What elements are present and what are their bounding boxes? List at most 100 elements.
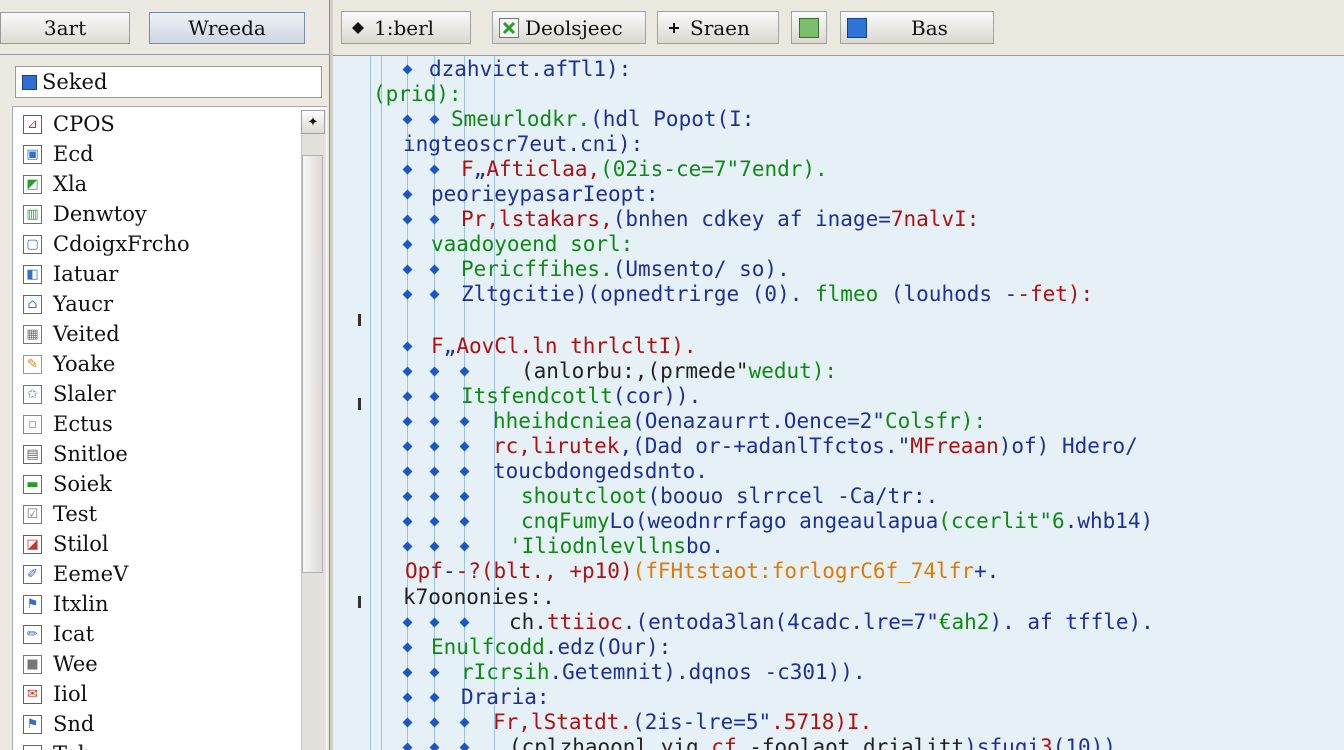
fold-marker-icon[interactable]: [402, 114, 413, 125]
fold-marker-icon[interactable]: [429, 717, 440, 728]
list-item[interactable]: ✉ Iiol: [23, 680, 87, 708]
fold-marker-icon[interactable]: [429, 366, 440, 377]
fold-marker-icon[interactable]: [429, 416, 440, 427]
fold-marker-icon[interactable]: [402, 441, 413, 452]
fold-marker-icon[interactable]: [459, 416, 470, 427]
fold-marker-icon[interactable]: [402, 366, 413, 377]
list-item[interactable]: ▥ Denwtoy: [23, 200, 147, 228]
list-item[interactable]: ▦ Veited: [23, 320, 120, 348]
fold-marker-icon[interactable]: [429, 114, 440, 125]
list-item[interactable]: ⊿ CPOS: [23, 110, 115, 138]
toolbar-button-bas[interactable]: Bas: [840, 11, 994, 44]
fold-marker-icon[interactable]: [429, 742, 440, 750]
fold-marker-icon[interactable]: [402, 164, 413, 175]
fold-marker-icon[interactable]: [459, 717, 470, 728]
fold-marker-icon[interactable]: [402, 516, 413, 527]
blue-flag-icon: ⚑: [23, 594, 42, 614]
fold-marker-icon[interactable]: [402, 466, 413, 477]
toolbar-button-image[interactable]: [791, 11, 827, 44]
fold-marker-icon[interactable]: [402, 742, 413, 750]
fold-marker-icon[interactable]: [459, 617, 470, 628]
fold-marker-icon[interactable]: [402, 214, 413, 225]
fold-marker-icon[interactable]: [402, 189, 413, 200]
list-item[interactable]: ✐ EemeV: [23, 560, 128, 588]
fold-marker-icon[interactable]: [429, 491, 440, 502]
fold-marker-icon[interactable]: [402, 642, 413, 653]
list-item-label: Veited: [53, 322, 120, 346]
fold-marker-icon[interactable]: [429, 516, 440, 527]
fold-marker-icon[interactable]: [402, 64, 413, 75]
list-item[interactable]: ⚑ Itxlin: [23, 590, 109, 618]
code-token: Fr,lStatdt.: [493, 710, 633, 734]
list-item[interactable]: ▣ Ecd: [23, 140, 94, 168]
fold-marker-icon[interactable]: [402, 717, 413, 728]
fold-marker-icon[interactable]: [429, 692, 440, 703]
fold-marker-icon[interactable]: [429, 541, 440, 552]
list-item[interactable]: ☑ Test: [23, 500, 97, 528]
fold-marker-icon[interactable]: [429, 466, 440, 477]
code-token: toucbdonged: [493, 459, 633, 483]
fold-marker-icon[interactable]: [429, 441, 440, 452]
fold-marker-icon[interactable]: [402, 541, 413, 552]
fold-marker-icon[interactable]: [429, 214, 440, 225]
fold-marker-icon[interactable]: [402, 692, 413, 703]
list-item[interactable]: ◧ Iatuar: [23, 260, 118, 288]
toolbar-button-sraen[interactable]: Sraen: [657, 11, 779, 44]
gutter-marker: [358, 314, 361, 326]
list-item-label: CdoigxFrcho: [53, 232, 190, 256]
list-item[interactable]: ◩ Xla: [23, 170, 87, 198]
toolbar-label: Bas: [911, 15, 948, 40]
fold-marker-icon[interactable]: [459, 366, 470, 377]
list-item[interactable]: ▤ Snitloe: [23, 440, 128, 468]
fold-marker-icon[interactable]: [402, 341, 413, 352]
fold-marker-icon[interactable]: [429, 391, 440, 402]
list-item[interactable]: ▬ Soiek: [23, 470, 112, 498]
toolbar-button-deolsjeec[interactable]: Deolsjeec: [492, 11, 646, 44]
code-token: wedut):: [748, 359, 838, 383]
fold-marker-icon[interactable]: [429, 164, 440, 175]
fold-marker-icon[interactable]: [459, 541, 470, 552]
fold-marker-icon[interactable]: [402, 491, 413, 502]
fold-marker-icon[interactable]: [402, 667, 413, 678]
window-button[interactable]: Wreeda: [149, 12, 305, 44]
list-item[interactable]: ⚑ Snd: [23, 710, 94, 738]
fold-marker-icon[interactable]: [459, 491, 470, 502]
toolbar-button-berl[interactable]: 1:berl: [341, 11, 471, 44]
list-item[interactable]: ✏ Icat: [23, 620, 94, 648]
fold-marker-icon[interactable]: [459, 441, 470, 452]
list-item-label: Iiol: [53, 682, 88, 706]
list-item[interactable]: ✩ Slaler: [23, 380, 116, 408]
fold-marker-icon[interactable]: [402, 391, 413, 402]
fold-marker-icon[interactable]: [459, 742, 470, 750]
fold-marker-icon[interactable]: [402, 617, 413, 628]
code-token: dzahvict.afTl1):: [429, 57, 632, 81]
fold-marker-icon[interactable]: [402, 264, 413, 275]
blue-square-icon: [847, 17, 867, 38]
list-item[interactable]: ✎ Yoake: [23, 350, 115, 378]
list-item[interactable]: ◪ Stilol: [23, 530, 109, 558]
list-item[interactable]: ⌂ Yaucr: [23, 290, 113, 318]
fold-marker-icon[interactable]: [402, 239, 413, 250]
code-line: peorieypasarIeopt:: [431, 181, 659, 207]
fold-marker-icon[interactable]: [459, 516, 470, 527]
scrollbar-thumb[interactable]: [302, 155, 323, 573]
list-item-label: EemeV: [53, 562, 129, 586]
code-token: -foolaot drialitt: [749, 735, 965, 750]
fold-marker-icon[interactable]: [429, 617, 440, 628]
scroll-up-button[interactable]: ✦: [301, 110, 325, 134]
fold-marker-icon[interactable]: [459, 466, 470, 477]
fold-marker-icon[interactable]: [429, 289, 440, 300]
fold-marker-icon[interactable]: [402, 289, 413, 300]
fold-marker-icon[interactable]: [402, 416, 413, 427]
fold-marker-icon[interactable]: [429, 667, 440, 678]
list-item[interactable]: ▫ Ectus: [23, 410, 113, 438]
code-editor[interactable]: dzahvict.afTl1): (prid): Smeurlodkr.(hdl P…: [333, 56, 1344, 750]
code-token: shoutcloot: [521, 484, 648, 508]
list-item[interactable]: ▢ CdoigxFrcho: [23, 230, 190, 258]
list-item[interactable]: ■ Wee: [23, 650, 98, 678]
fold-marker-icon[interactable]: [429, 264, 440, 275]
list-item[interactable]: ➤ Tab: [23, 740, 91, 750]
select-dropdown[interactable]: Seked: [15, 66, 322, 98]
blue-star-icon: ✩: [23, 384, 42, 404]
start-button[interactable]: 3art: [0, 12, 130, 44]
